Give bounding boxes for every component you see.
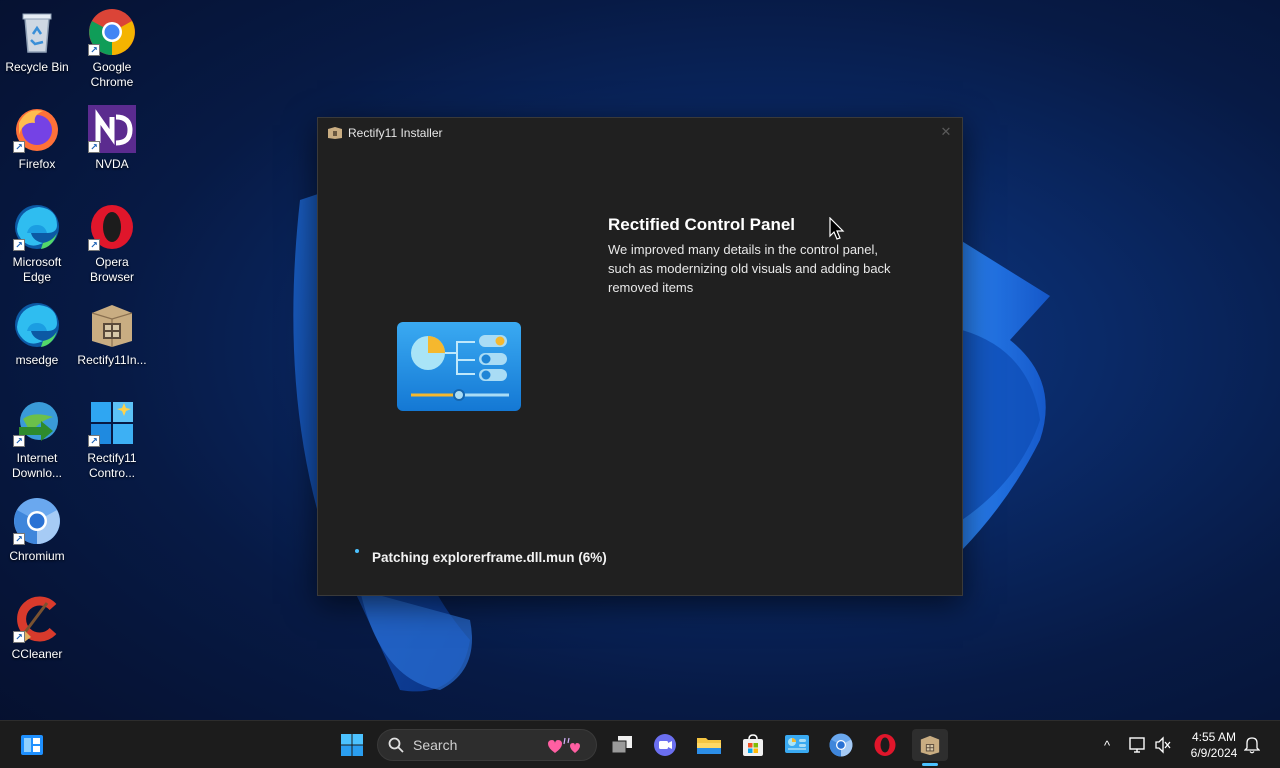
firefox-icon: ↗ (13, 105, 61, 153)
desktop-icon-label: NVDA (95, 157, 129, 171)
internet-download-manager-icon: ↗ (13, 399, 61, 447)
opera-icon: ↗ (88, 203, 136, 251)
close-button[interactable]: ✕ (930, 118, 962, 146)
chromium-icon: ↗ (13, 497, 61, 545)
window-titlebar[interactable]: Rectify11 Installer ✕ (318, 118, 962, 148)
mouse-cursor-icon (829, 217, 845, 240)
shortcut-arrow-icon: ↗ (13, 141, 25, 153)
feature-description: We improved many details in the control … (608, 242, 891, 295)
chevron-up-icon: ^ (1103, 737, 1111, 753)
control-panel-illustration (397, 322, 521, 411)
shortcut-arrow-icon: ↗ (13, 533, 25, 545)
desktop-icon-msedge[interactable]: msedge (0, 301, 74, 368)
desktop-icon-internet-download-manager[interactable]: ↗ Internet Downlo... (0, 399, 74, 481)
shortcut-arrow-icon: ↗ (13, 239, 25, 251)
desktop-icon-rectify11-installer[interactable]: Rectify11In... (75, 301, 149, 368)
bell-icon (1244, 737, 1260, 754)
desktop-icon-label: Rectify11In... (77, 353, 147, 367)
desktop-icon-opera-browser[interactable]: ↗ Opera Browser (75, 203, 149, 285)
start-icon (341, 734, 363, 756)
installer-taskbar-button[interactable] (912, 729, 948, 761)
installer-window[interactable]: Rectify11 Installer ✕ Rectified Control … (317, 117, 963, 596)
shortcut-arrow-icon: ↗ (88, 239, 100, 251)
show-hidden-icons-button[interactable]: ^ (1096, 738, 1118, 753)
desktop-icon-microsoft-edge[interactable]: ↗ Microsoft Edge (0, 203, 74, 285)
store-icon (743, 734, 763, 756)
desktop-icon-google-chrome[interactable]: ↗ Google Chrome (75, 8, 149, 90)
file-explorer-icon (697, 738, 721, 754)
desktop-icon-chromium[interactable]: ↗ Chromium (0, 497, 74, 564)
task-view-button[interactable] (606, 729, 638, 761)
desktop-icon-label: Microsoft Edge (12, 255, 62, 284)
widgets-icon (21, 735, 43, 755)
desktop-icon-label: Google Chrome (90, 60, 134, 89)
edge-icon: ↗ (13, 203, 61, 251)
start-button[interactable] (336, 729, 368, 761)
control-panel-icon (785, 735, 809, 753)
desktop-icon-recycle-bin[interactable]: Recycle Bin (0, 8, 74, 75)
shortcut-arrow-icon: ↗ (88, 44, 100, 56)
chat-button[interactable] (649, 729, 681, 761)
control-panel-button[interactable] (781, 729, 813, 761)
installer-package-icon (88, 301, 136, 349)
installer-package-icon (328, 127, 342, 139)
teams-chat-icon (654, 734, 676, 756)
edge-icon (13, 301, 61, 349)
desktop-icon-label: Internet Downlo... (11, 451, 63, 480)
taskbar-search[interactable]: Search (377, 729, 597, 761)
store-button[interactable] (737, 729, 769, 761)
search-icon (388, 737, 404, 753)
ccleaner-icon: ↗ (13, 595, 61, 643)
nvda-icon: ↗ (88, 105, 136, 153)
window-title: Rectify11 Installer (348, 126, 443, 140)
taskbar: Search ^ 4:55 AM 6/9/2024 (0, 720, 1280, 768)
chrome-icon: ↗ (88, 8, 136, 56)
search-label: Search (413, 737, 458, 753)
search-highlight-hearts-icon (548, 737, 580, 753)
desktop-icon-rectify11-control-center[interactable]: ↗ Rectify11 Contro... (75, 399, 149, 481)
desktop-icon-label: CCleaner (11, 647, 63, 661)
desktop-icon-label: Firefox (18, 157, 56, 171)
task-view-icon (611, 736, 632, 754)
tray-icons[interactable] (1128, 721, 1172, 768)
desktop-icon-nvda[interactable]: ↗ NVDA (75, 105, 149, 172)
taskbar-clock[interactable]: 4:55 AM 6/9/2024 (1184, 729, 1244, 761)
clock-time: 4:55 AM (1191, 730, 1237, 744)
volume-muted-icon (1155, 736, 1171, 754)
shortcut-arrow-icon: ↗ (13, 631, 25, 643)
install-status: Patching explorerframe.dll.mun (6%) (372, 550, 607, 565)
shortcut-arrow-icon: ↗ (88, 435, 100, 447)
chromium-icon (829, 733, 853, 757)
clock-date: 6/9/2024 (1190, 746, 1238, 760)
desktop-icon-label: Opera Browser (89, 255, 134, 284)
desktop-icon-ccleaner[interactable]: ↗ CCleaner (0, 595, 74, 662)
active-app-indicator (922, 763, 938, 766)
system-tray: ^ (1096, 721, 1118, 768)
desktop-icon-label: Rectify11 Contro... (87, 451, 137, 480)
chromium-taskbar-button[interactable] (825, 729, 857, 761)
file-explorer-button[interactable] (693, 729, 725, 761)
progress-spinner-icon (355, 549, 359, 553)
installer-package-icon (920, 735, 940, 756)
notifications-button[interactable] (1244, 721, 1260, 768)
windows-tiles-icon: ↗ (88, 399, 136, 447)
desktop-icon-firefox[interactable]: ↗ Firefox (0, 105, 74, 172)
opera-icon (874, 734, 896, 756)
opera-taskbar-button[interactable] (869, 729, 901, 761)
shortcut-arrow-icon: ↗ (13, 435, 25, 447)
feature-title: Rectified Control Panel (608, 215, 796, 234)
desktop-icon-label: msedge (15, 353, 59, 367)
widgets-button[interactable] (16, 729, 48, 761)
desktop-icon-label: Chromium (9, 549, 65, 563)
shortcut-arrow-icon: ↗ (88, 141, 100, 153)
desktop-icon-label: Recycle Bin (5, 60, 69, 74)
close-icon: ✕ (940, 124, 952, 139)
network-icon (1129, 737, 1145, 753)
recycle-bin-icon (13, 8, 61, 56)
